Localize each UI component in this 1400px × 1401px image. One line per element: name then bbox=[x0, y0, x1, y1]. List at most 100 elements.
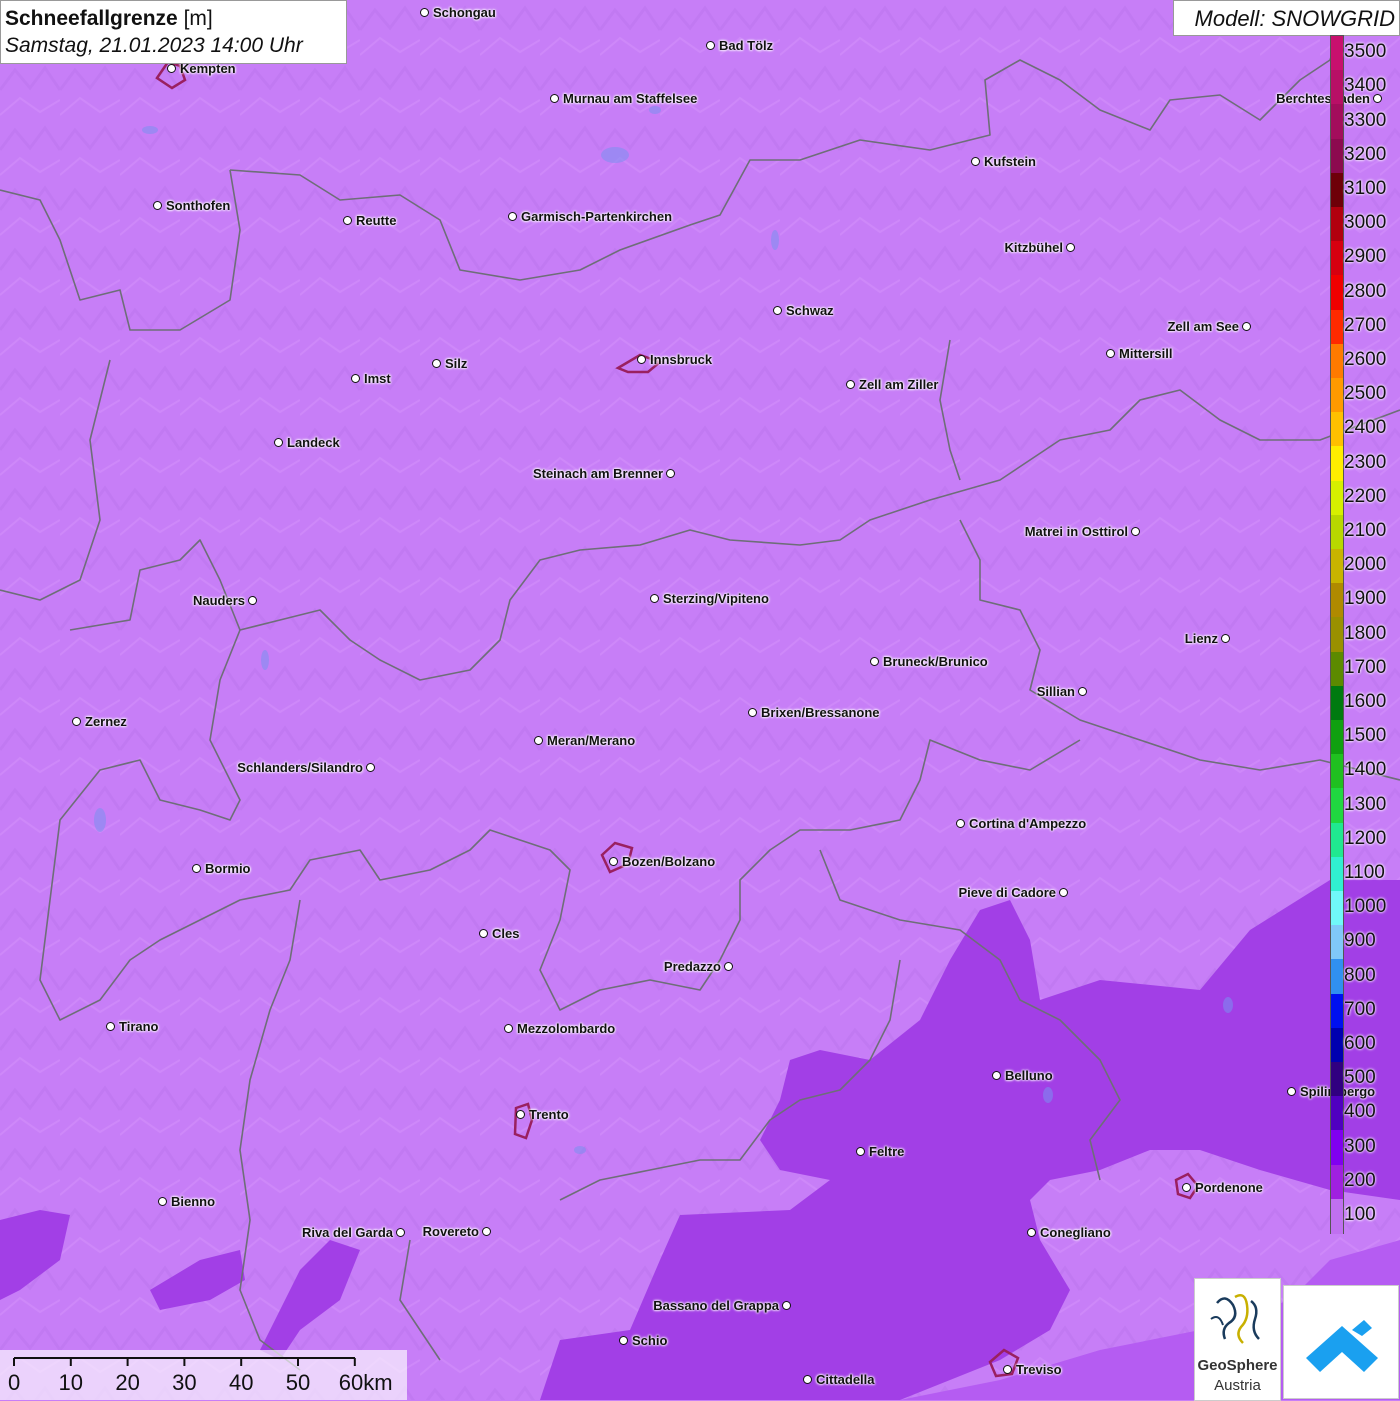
city-label: Tirano bbox=[119, 1019, 159, 1034]
city-marker bbox=[343, 216, 352, 225]
map-title: Schneefallgrenze [m] bbox=[5, 7, 213, 31]
city-label: Schlanders/Silandro bbox=[237, 760, 363, 775]
legend-value-label: 500 bbox=[1344, 1067, 1376, 1089]
color-legend-bar bbox=[1330, 35, 1344, 1234]
legend-value-label: 2900 bbox=[1344, 246, 1387, 268]
city-label: Silz bbox=[445, 356, 468, 371]
city-marker bbox=[158, 1197, 167, 1206]
map-title-main: Schneefallgrenze bbox=[5, 7, 178, 30]
city-label: Predazzo bbox=[663, 959, 721, 974]
legend-color-step bbox=[1331, 1164, 1343, 1200]
city-marker bbox=[192, 864, 201, 873]
city-label: Feltre bbox=[869, 1144, 905, 1159]
city-marker bbox=[773, 306, 782, 315]
city-marker bbox=[550, 94, 559, 103]
legend-value-label: 1400 bbox=[1344, 759, 1387, 781]
legend-color-step bbox=[1331, 446, 1343, 482]
city-marker bbox=[1066, 243, 1075, 252]
legend-color-step bbox=[1331, 1198, 1343, 1234]
legend-value-label: 2000 bbox=[1344, 554, 1387, 576]
partner-logo bbox=[1283, 1285, 1399, 1399]
legend-color-step bbox=[1331, 275, 1343, 311]
legend-color-step bbox=[1331, 378, 1343, 413]
city-marker bbox=[619, 1336, 628, 1345]
city-marker bbox=[1131, 527, 1140, 536]
legend-value-label: 3300 bbox=[1344, 109, 1387, 131]
city-marker bbox=[1242, 322, 1251, 331]
city-label: Riva del Garda bbox=[301, 1225, 393, 1240]
city-marker bbox=[479, 929, 488, 938]
city-label: Trento bbox=[529, 1107, 569, 1122]
legend-color-step bbox=[1331, 1130, 1343, 1166]
map-title-unit: [m] bbox=[177, 7, 213, 30]
geosphere-emblem-icon bbox=[1210, 1294, 1260, 1344]
city-label: Bozen/Bolzano bbox=[622, 854, 716, 869]
city-marker bbox=[534, 736, 543, 745]
scale-bar: 0 10 20 30 40 50 60km bbox=[0, 1350, 407, 1400]
city-label: Bienno bbox=[171, 1194, 216, 1209]
legend-color-step bbox=[1331, 343, 1343, 379]
scale-label: 10 bbox=[58, 1370, 84, 1395]
city-marker bbox=[956, 819, 965, 828]
city-label: Garmisch-Partenkirchen bbox=[521, 209, 673, 224]
legend-color-step bbox=[1331, 549, 1343, 584]
city-marker bbox=[1059, 888, 1068, 897]
city-label: Pieve di Cadore bbox=[958, 885, 1056, 900]
legend-color-step bbox=[1331, 925, 1343, 961]
city-label: Meran/Merano bbox=[547, 733, 636, 748]
legend-value-label: 3100 bbox=[1344, 177, 1387, 199]
legend-value-label: 3400 bbox=[1344, 75, 1387, 97]
legend-value-label: 1800 bbox=[1344, 622, 1387, 644]
city-label: Matrei in Osttirol bbox=[1024, 524, 1128, 539]
legend-color-step bbox=[1331, 1062, 1343, 1097]
city-label: Steinach am Brenner bbox=[532, 466, 663, 481]
city-label: Murnau am Staffelsee bbox=[563, 91, 698, 106]
city-label: Bruneck/Brunico bbox=[883, 654, 988, 669]
city-marker bbox=[803, 1375, 812, 1384]
legend-value-label: 1100 bbox=[1344, 861, 1385, 883]
legend-value-label: 700 bbox=[1344, 998, 1376, 1020]
legend-color-step bbox=[1331, 720, 1343, 755]
city-marker bbox=[508, 212, 517, 221]
legend-color-step bbox=[1331, 309, 1343, 345]
city-label: Belluno bbox=[1005, 1068, 1053, 1083]
city-marker bbox=[167, 64, 176, 73]
city-label: Brixen/Bressanone bbox=[761, 705, 880, 720]
city-marker bbox=[650, 594, 659, 603]
city-label: Kufstein bbox=[984, 154, 1036, 169]
city-marker bbox=[432, 359, 441, 368]
city-label: Schwaz bbox=[786, 303, 834, 318]
city-label: Zell am See bbox=[1167, 319, 1239, 334]
legend-value-label: 2100 bbox=[1344, 519, 1387, 541]
geosphere-sub: Austria bbox=[1214, 1377, 1261, 1394]
city-label: Cittadella bbox=[816, 1372, 875, 1387]
legend-value-label: 2700 bbox=[1344, 314, 1387, 336]
legend-value-label: 3000 bbox=[1344, 212, 1387, 234]
legend-value-label: 200 bbox=[1344, 1169, 1376, 1191]
legend-value-label: 2400 bbox=[1344, 417, 1387, 439]
city-marker bbox=[72, 717, 81, 726]
city-marker bbox=[992, 1071, 1001, 1080]
city-label: Bassano del Grappa bbox=[653, 1298, 779, 1313]
city-marker bbox=[971, 157, 980, 166]
city-marker bbox=[1182, 1183, 1191, 1192]
city-marker bbox=[1027, 1228, 1036, 1237]
city-label: Innsbruck bbox=[650, 352, 713, 367]
city-marker bbox=[366, 763, 375, 772]
city-label: Mezzolombardo bbox=[517, 1021, 616, 1036]
legend-value-label: 1600 bbox=[1344, 690, 1387, 712]
city-label: Imst bbox=[364, 371, 391, 386]
city-marker bbox=[248, 596, 257, 605]
city-label: Landeck bbox=[287, 435, 340, 450]
legend-color-step bbox=[1331, 138, 1343, 174]
legend-value-label: 400 bbox=[1344, 1101, 1376, 1123]
city-label: Conegliano bbox=[1040, 1225, 1111, 1240]
map-datetime: Samstag, 21.01.2023 14:00 Uhr bbox=[5, 34, 303, 57]
scale-label: 0 bbox=[8, 1370, 21, 1395]
legend-color-step bbox=[1331, 104, 1343, 140]
city-marker bbox=[846, 380, 855, 389]
city-label: Schio bbox=[632, 1333, 668, 1348]
legend-value-label: 100 bbox=[1344, 1203, 1376, 1225]
legend-value-label: 800 bbox=[1344, 964, 1376, 986]
legend-value-label: 1700 bbox=[1344, 656, 1387, 678]
